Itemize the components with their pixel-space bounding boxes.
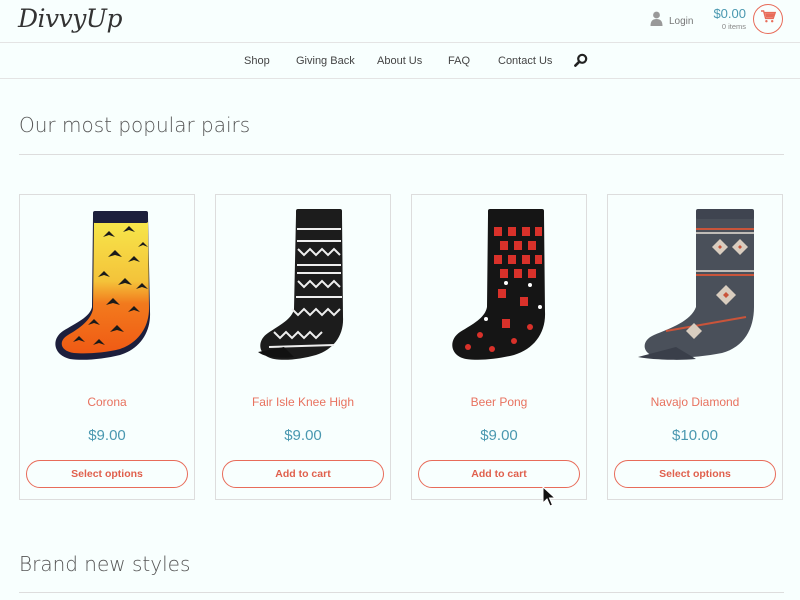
nav-item-shop[interactable]: Shop bbox=[244, 55, 270, 67]
mouse-pointer-icon bbox=[542, 485, 557, 513]
popular-section-title: Our most popular pairs bbox=[19, 113, 251, 137]
search-icon[interactable] bbox=[574, 53, 588, 72]
product-image-red-cup-sock[interactable] bbox=[440, 207, 560, 367]
section-divider bbox=[19, 154, 784, 155]
product-image-palm-tree-sock[interactable] bbox=[48, 207, 168, 367]
cart-item-count: 0 items bbox=[721, 22, 746, 31]
product-image-fair-isle-sock[interactable] bbox=[244, 207, 364, 367]
login-link[interactable]: Login bbox=[650, 11, 693, 31]
nav-item-giving-back[interactable]: Giving Back bbox=[296, 55, 355, 67]
product-price: $9.00 bbox=[284, 427, 322, 444]
cart-total: $0.00 bbox=[713, 6, 746, 21]
add-to-cart-button[interactable]: Add to cart bbox=[222, 460, 384, 488]
site-logo[interactable]: DivvyUp bbox=[18, 4, 122, 33]
product-name[interactable]: Corona bbox=[20, 395, 194, 409]
product-card[interactable]: Beer Pong $9.00 Add to cart bbox=[411, 194, 587, 500]
cart-icon bbox=[760, 10, 776, 28]
product-name[interactable]: Fair Isle Knee High bbox=[216, 395, 390, 409]
cart-button[interactable] bbox=[753, 4, 783, 34]
site-header: DivvyUp Login $0.00 0 items bbox=[0, 0, 800, 43]
section-divider bbox=[19, 592, 784, 593]
product-card[interactable]: Fair Isle Knee High $9.00 Add to cart bbox=[215, 194, 391, 500]
cart-summary[interactable]: $0.00 0 items bbox=[706, 6, 746, 31]
product-image-navajo-sock[interactable] bbox=[636, 207, 756, 367]
login-label: Login bbox=[669, 15, 694, 27]
nav-item-faq[interactable]: FAQ bbox=[448, 55, 470, 67]
product-price: $9.00 bbox=[480, 427, 518, 444]
product-card[interactable]: Navajo Diamond $10.00 Select options bbox=[607, 194, 783, 500]
new-styles-section-title: Brand new styles bbox=[19, 552, 191, 576]
nav-item-about-us[interactable]: About Us bbox=[377, 55, 422, 67]
product-name[interactable]: Beer Pong bbox=[412, 395, 586, 409]
product-price: $9.00 bbox=[88, 427, 126, 444]
main-nav: Shop Giving Back About Us FAQ Contact Us bbox=[0, 43, 800, 79]
product-name[interactable]: Navajo Diamond bbox=[608, 395, 782, 409]
nav-item-contact-us[interactable]: Contact Us bbox=[498, 55, 552, 67]
select-options-button[interactable]: Select options bbox=[614, 460, 776, 488]
select-options-button[interactable]: Select options bbox=[26, 460, 188, 488]
user-icon bbox=[650, 11, 663, 31]
product-price: $10.00 bbox=[672, 427, 718, 444]
add-to-cart-button[interactable]: Add to cart bbox=[418, 460, 580, 488]
product-card[interactable]: Corona $9.00 Select options bbox=[19, 194, 195, 500]
